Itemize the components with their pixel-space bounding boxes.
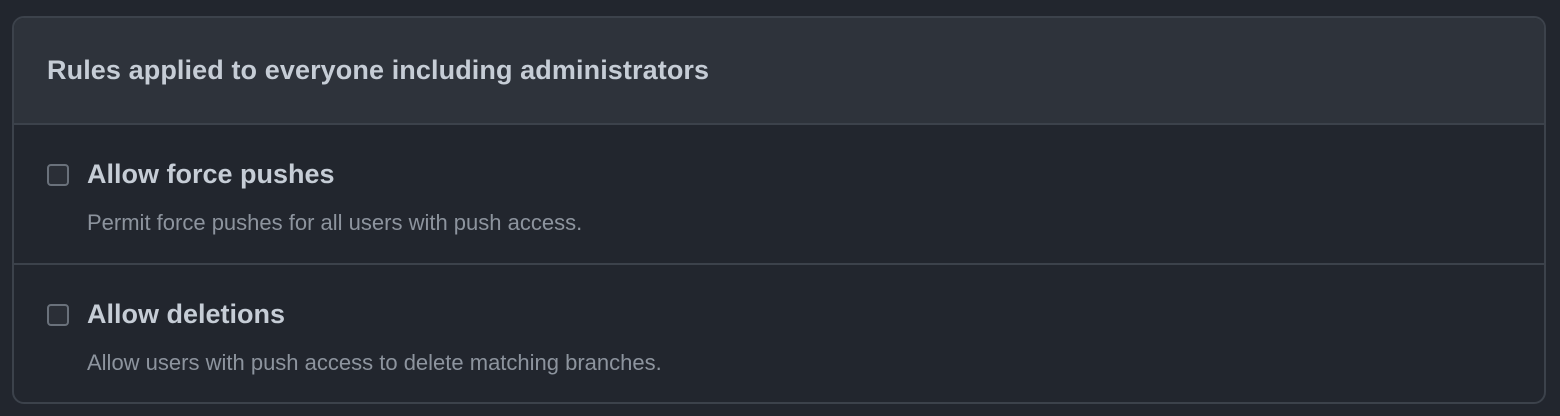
panel-header: Rules applied to everyone including admi… <box>14 18 1544 125</box>
allow-deletions-label[interactable]: Allow deletions <box>87 299 285 330</box>
allow-force-pushes-checkbox[interactable] <box>47 164 69 186</box>
allow-deletions-description: Allow users with push access to delete m… <box>87 350 662 375</box>
allow-deletions-checkbox[interactable] <box>47 304 69 326</box>
allow-force-pushes-description: Permit force pushes for all users with p… <box>87 210 583 235</box>
panel-title: Rules applied to everyone including admi… <box>47 55 710 85</box>
allow-force-pushes-label[interactable]: Allow force pushes <box>87 159 335 190</box>
rules-panel: Rules applied to everyone including admi… <box>12 16 1546 404</box>
rule-row-force-pushes: Allow force pushes Permit force pushes f… <box>14 125 1544 265</box>
rule-row-deletions: Allow deletions Allow users with push ac… <box>14 265 1544 402</box>
